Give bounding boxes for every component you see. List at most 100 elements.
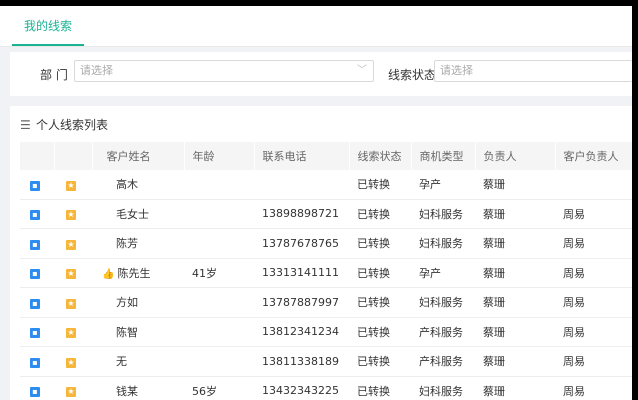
lead-status-placeholder: 请选择 [440, 64, 473, 77]
star-badge-icon[interactable]: ★ [66, 328, 76, 339]
table-row[interactable]: ▪ ★ 👍 陈先生 41岁 13313141111 已转换 孕产 蔡珊 周易 [20, 258, 632, 288]
row-icon-cell: ★ [54, 376, 92, 400]
user-card-icon[interactable]: ▪ [30, 269, 40, 280]
table-row[interactable]: ▪ ★ 毛女士 13898898721 已转换 妇科服务 蔡珊 周易 [20, 199, 632, 229]
phone-cell: 13787678765 [254, 228, 349, 259]
table-row[interactable]: ▪ ★ 钱某 56岁 13432343225 已转换 妇科服务 蔡珊 周易 [20, 376, 632, 400]
customer-name: 钱某 [116, 384, 138, 398]
status-cell: 已转换 [349, 376, 411, 400]
owner-cell: 蔡珊 [475, 228, 555, 259]
tab-my-leads[interactable]: 我的线索 [12, 6, 84, 46]
table-row[interactable]: ▪ ★ 陈智 13812341234 已转换 产科服务 蔡珊 周易 [20, 317, 632, 347]
phone-cell: 13313141111 [254, 258, 349, 288]
table-header-row: 客户姓名 年龄 联系电话 线索状态 商机类型 负责人 客户负责人 [20, 142, 632, 170]
list-icon: ☰ [20, 118, 31, 132]
row-icon-cell: ★ [54, 346, 92, 377]
owner-cell: 蔡珊 [475, 170, 555, 200]
department-select[interactable]: 请选择 ﹀ [74, 60, 374, 82]
age-cell [184, 287, 254, 318]
phone-cell: 13787887997 [254, 287, 349, 318]
name-cell: 高木 [92, 170, 184, 200]
row-icon-cell: ▪ [20, 287, 54, 318]
age-cell: 41岁 [184, 258, 254, 288]
name-cell: 无 [92, 346, 184, 377]
header-icon-col [20, 142, 55, 170]
app-frame: 我的线索 部 门 请选择 ﹀ 线索状态 请选择 ☰ 个人线索列表 客户姓名 年龄… [0, 6, 632, 400]
type-cell: 孕产 [411, 258, 475, 288]
phone-cell: 13812341234 [254, 317, 349, 347]
table-row[interactable]: ▪ ★ 方如 13787887997 已转换 妇科服务 蔡珊 周易 [20, 287, 632, 318]
header-name: 客户姓名 [92, 142, 185, 170]
row-icon-cell: ▪ [20, 258, 54, 288]
user-card-icon[interactable]: ▪ [30, 357, 40, 368]
star-badge-icon[interactable]: ★ [66, 357, 76, 368]
age-cell [184, 346, 254, 377]
owner-cell: 蔡珊 [475, 346, 555, 377]
header-status: 线索状态 [349, 142, 412, 170]
customer-name: 无 [116, 355, 127, 369]
phone-cell: 13811338189 [254, 346, 349, 377]
status-cell: 已转换 [349, 228, 411, 259]
star-badge-icon[interactable]: ★ [66, 180, 76, 191]
row-icon-cell: ★ [54, 170, 92, 200]
row-icon-cell: ▪ [20, 376, 54, 400]
star-badge-icon[interactable]: ★ [66, 298, 76, 309]
star-badge-icon[interactable]: ★ [66, 239, 76, 250]
name-cell: 陈智 [92, 317, 184, 347]
header-phone: 联系电话 [254, 142, 350, 170]
row-icon-cell: ▪ [20, 199, 54, 229]
owner-cell: 蔡珊 [475, 317, 555, 347]
name-cell: 方如 [92, 287, 184, 318]
row-icon-cell: ▪ [20, 170, 54, 200]
department-placeholder: 请选择 [80, 64, 113, 77]
owner-cell: 蔡珊 [475, 258, 555, 288]
type-cell: 妇科服务 [411, 376, 475, 400]
user-card-icon[interactable]: ▪ [30, 210, 40, 221]
status-cell: 已转换 [349, 170, 411, 200]
lead-status-select[interactable]: 请选择 [434, 60, 632, 82]
user-card-icon[interactable]: ▪ [30, 239, 40, 250]
customer-name: 陈芳 [116, 237, 138, 251]
list-title-text: 个人线索列表 [36, 118, 109, 132]
row-icon-cell: ★ [54, 199, 92, 229]
table-row[interactable]: ▪ ★ 陈芳 13787678765 已转换 妇科服务 蔡珊 周易 [20, 228, 632, 259]
star-badge-icon[interactable]: ★ [66, 269, 76, 280]
age-cell [184, 317, 254, 347]
header-type: 商机类型 [411, 142, 476, 170]
table-row[interactable]: ▪ ★ 高木 已转换 孕产 蔡珊 [20, 170, 632, 200]
lead-table: 客户姓名 年龄 联系电话 线索状态 商机类型 负责人 客户负责人 ▪ ★ 高木 已转换… [20, 142, 632, 400]
status-cell: 已转换 [349, 287, 411, 318]
status-cell: 已转换 [349, 199, 411, 229]
tab-bar: 我的线索 [0, 6, 632, 47]
row-icon-cell: ▪ [20, 346, 54, 377]
phone-cell [254, 170, 349, 200]
type-cell: 产科服务 [411, 346, 475, 377]
client-owner-cell: 周易 [555, 317, 632, 347]
client-owner-cell: 周易 [555, 346, 632, 377]
header-owner: 负责人 [475, 142, 556, 170]
client-owner-cell: 周易 [555, 258, 632, 288]
header-client-owner: 客户负责人 [555, 142, 632, 170]
row-icon-cell: ▪ [20, 228, 54, 259]
owner-cell: 蔡珊 [475, 376, 555, 400]
user-card-icon[interactable]: ▪ [30, 298, 40, 309]
header-icon-col [54, 142, 93, 170]
owner-cell: 蔡珊 [475, 199, 555, 229]
user-card-icon[interactable]: ▪ [30, 328, 40, 339]
customer-name: 高木 [116, 178, 138, 192]
phone-cell: 13432343225 [254, 376, 349, 400]
row-icon-cell: ★ [54, 228, 92, 259]
client-owner-cell: 周易 [555, 199, 632, 229]
user-card-icon[interactable]: ▪ [30, 180, 40, 191]
lead-status-label: 线索状态 [388, 68, 437, 82]
header-age: 年龄 [184, 142, 255, 170]
row-icon-cell: ▪ [20, 317, 54, 347]
status-cell: 已转换 [349, 317, 411, 347]
user-card-icon[interactable]: ▪ [30, 387, 40, 398]
table-row[interactable]: ▪ ★ 无 13811338189 已转换 产科服务 蔡珊 周易 [20, 346, 632, 377]
owner-cell: 蔡珊 [475, 287, 555, 318]
name-cell: 毛女士 [92, 199, 184, 229]
status-cell: 已转换 [349, 346, 411, 377]
star-badge-icon[interactable]: ★ [66, 387, 76, 398]
star-badge-icon[interactable]: ★ [66, 210, 76, 221]
